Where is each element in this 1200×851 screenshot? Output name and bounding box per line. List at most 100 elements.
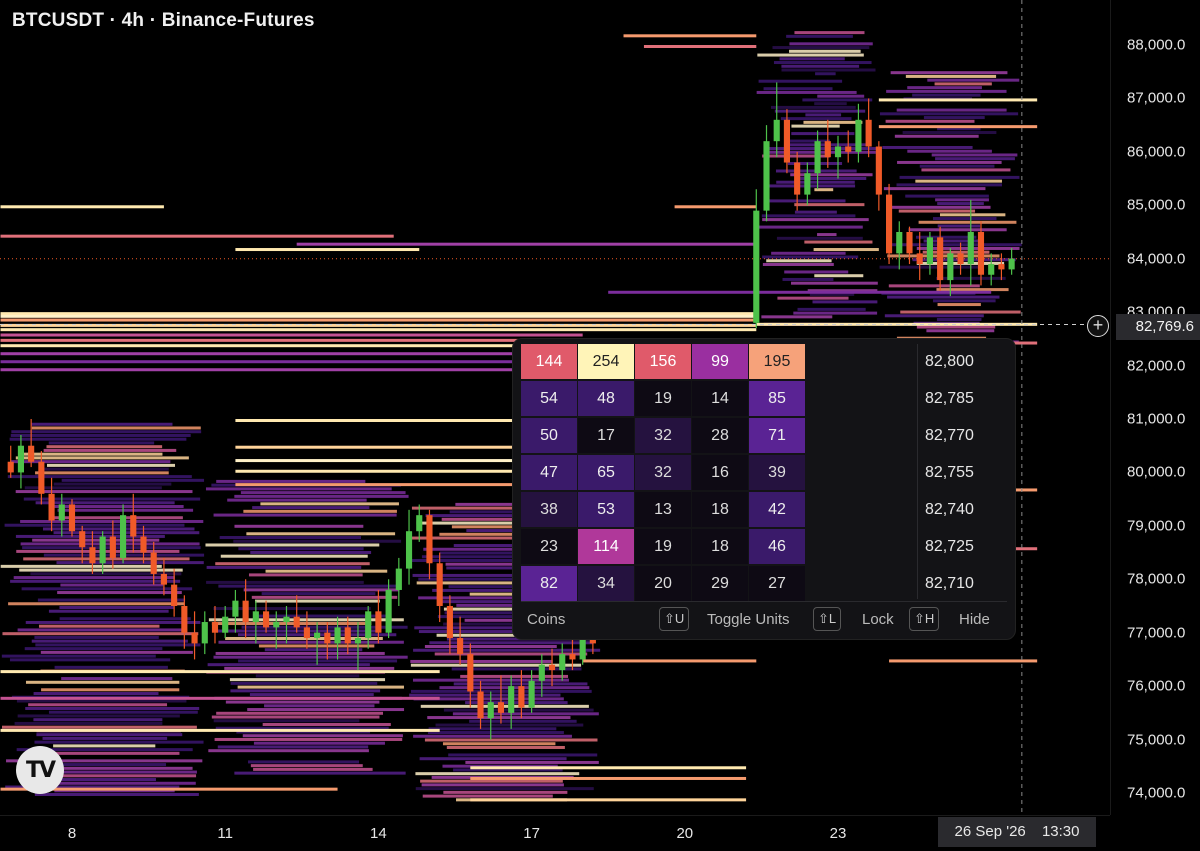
heatmap-band <box>23 557 190 561</box>
candle-body <box>171 584 178 606</box>
tooltip-cell: 39 <box>749 455 805 490</box>
price-tick-label: 87,000.0 <box>1127 89 1186 107</box>
heatmap-band <box>422 794 553 798</box>
heatmap-band <box>13 576 175 580</box>
heatmap-band <box>19 568 183 572</box>
chart-plot-area[interactable]: BTCUSDT · 4h · Binance-Futures TV 144 254… <box>0 0 1110 815</box>
heatmap-band <box>243 509 397 513</box>
heatmap-band <box>890 71 1008 75</box>
heatmap-band <box>763 87 833 91</box>
tooltip-column-divider <box>917 344 918 599</box>
date-tick-label: 17 <box>523 825 540 842</box>
tooltip-cell: 99 <box>692 344 748 379</box>
candle-body <box>48 493 55 521</box>
heatmap-band <box>32 538 160 542</box>
tradingview-logo[interactable]: TV <box>16 746 64 794</box>
heatmap-band <box>11 430 202 434</box>
candle-body <box>314 632 321 639</box>
heatmap-band <box>225 700 380 704</box>
heatmap-band <box>253 767 373 771</box>
candle-body <box>988 264 995 275</box>
heatmap-band <box>216 479 366 483</box>
candle-body <box>559 654 566 671</box>
heatmap-band <box>250 764 363 768</box>
heatmap-band <box>424 645 557 649</box>
heatmap-band <box>885 119 975 123</box>
heatmap-band <box>35 643 201 647</box>
heatmap-band <box>789 42 873 46</box>
candle-body <box>916 253 923 265</box>
heatmap-band <box>264 704 375 708</box>
tooltip-cell: 48 <box>578 381 634 416</box>
heatmap-band <box>217 745 369 749</box>
heatmap-band <box>255 674 360 678</box>
heatmap-band <box>33 718 163 722</box>
heatmap-band <box>250 550 372 554</box>
heatmap-band <box>25 706 200 710</box>
candle-body <box>508 686 515 713</box>
date-tick-label: 23 <box>829 825 847 842</box>
price-axis[interactable]: 88,000.0 87,000.0 86,000.0 85,000.0 84,000.0… <box>1110 0 1200 815</box>
candle-body <box>222 616 229 633</box>
heatmap-band <box>224 666 395 670</box>
heatmap-band <box>207 663 370 667</box>
heatmap-band <box>251 595 398 599</box>
heatmap-band <box>35 501 175 505</box>
heatmap-band <box>912 93 981 97</box>
tooltip-price-label: 82,770 <box>925 427 974 444</box>
date-tick-label: 11 <box>217 825 233 842</box>
heatmap-band <box>884 314 984 318</box>
candle-body <box>896 232 903 254</box>
heatmap-band <box>61 677 173 681</box>
heatmap-band <box>789 49 861 53</box>
heatmap-band <box>211 715 380 719</box>
liquidity-line <box>0 314 757 318</box>
candle-body <box>426 515 433 564</box>
tooltip-cell: 14 <box>692 381 748 416</box>
candle-body <box>140 536 147 553</box>
heatmap-band <box>936 318 982 322</box>
heatmap-band <box>782 277 834 281</box>
candle-body <box>457 638 464 655</box>
heatmap-band <box>936 288 1009 292</box>
date-tick-label: 8 <box>67 825 77 842</box>
heatmap-band <box>794 203 865 207</box>
lock-shortcut: ⇧L <box>813 607 842 631</box>
liquidity-line <box>582 659 757 663</box>
heatmap-band <box>234 771 406 775</box>
candle-body <box>181 606 188 633</box>
liquidity-line <box>0 368 583 372</box>
heatmap-band <box>248 760 360 764</box>
add-price-alert-icon[interactable]: + <box>1087 315 1109 337</box>
candle-body <box>865 119 872 147</box>
price-tick-label: 75,000.0 <box>1127 731 1186 749</box>
heatmap-band <box>896 108 1007 112</box>
tooltip-price-label: 82,785 <box>925 390 974 407</box>
heatmap-band <box>762 255 859 259</box>
candle-body <box>262 611 270 628</box>
heatmap-band <box>25 620 201 624</box>
hide-button[interactable]: Hide <box>959 609 990 631</box>
heatmap-band <box>48 516 183 520</box>
heatmap-band <box>794 31 865 35</box>
heatmap-band <box>41 688 180 692</box>
heatmap-band <box>248 573 363 577</box>
heatmap-band <box>262 723 391 727</box>
tooltip-cell: 156 <box>635 344 691 379</box>
lock-button[interactable]: Lock <box>862 609 894 631</box>
heatmap-band <box>891 205 991 209</box>
heatmap-band <box>9 437 187 441</box>
toggle-units-button[interactable]: Toggle Units <box>707 609 790 631</box>
tooltip-cell: 65 <box>578 455 634 490</box>
heatmap-band <box>261 592 376 596</box>
price-tick-label: 84,000.0 <box>1127 250 1186 268</box>
liquidity-line <box>0 205 164 209</box>
candle-body <box>130 515 137 537</box>
tooltip-cell: 71 <box>749 418 805 453</box>
candle-body <box>405 531 413 569</box>
heatmap-band <box>240 491 406 495</box>
heatmap-band <box>412 678 569 682</box>
heatmap-band <box>220 554 368 558</box>
heatmap-band <box>415 772 580 776</box>
candle-body <box>906 232 913 254</box>
